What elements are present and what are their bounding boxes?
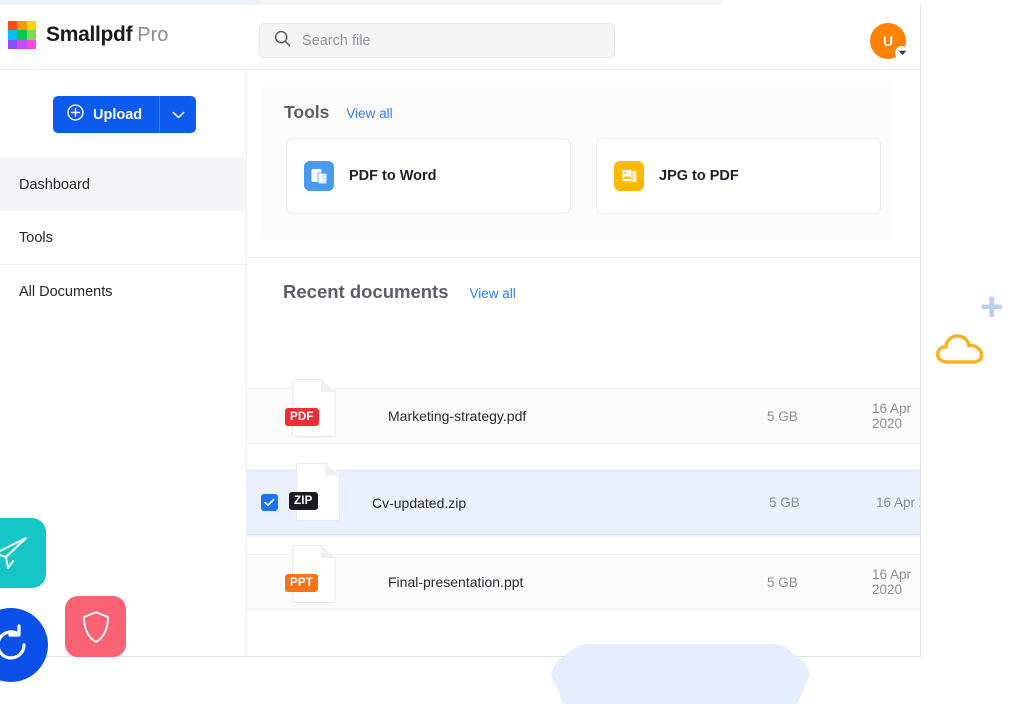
sidebar-nav: Dashboard Tools All Documents bbox=[0, 158, 247, 318]
upload-button-group: Upload bbox=[53, 96, 197, 133]
tools-section-header: Tools View all bbox=[262, 83, 893, 123]
file-size: 5 GB bbox=[767, 408, 798, 424]
tools-view-all-link[interactable]: View all bbox=[346, 106, 392, 121]
brand-name: Smallpdf bbox=[46, 23, 133, 46]
sidebar: Upload Dashboard Tools All Documents bbox=[0, 70, 247, 656]
file-name: Cv-updated.zip bbox=[372, 494, 467, 511]
chevron-down-icon[interactable] bbox=[895, 46, 909, 60]
jpg-to-pdf-icon bbox=[614, 161, 644, 191]
logo-cell-1 bbox=[8, 21, 18, 31]
sidebar-item-label: Dashboard bbox=[19, 176, 90, 193]
search-icon bbox=[274, 30, 291, 52]
sidebar-item-label: Tools bbox=[19, 229, 53, 246]
file-size: 5 GB bbox=[769, 495, 800, 510]
file-date: 16 Apr 2020 bbox=[872, 401, 912, 431]
logo-cell-3 bbox=[26, 21, 36, 31]
recent-view-all-link[interactable]: View all bbox=[470, 286, 516, 301]
file-date: 16 Apr 2020 bbox=[876, 495, 920, 510]
account-menu[interactable]: U bbox=[870, 23, 909, 60]
file-size: 5 GB bbox=[767, 574, 798, 590]
logo-cell-2 bbox=[17, 21, 27, 31]
sidebar-item-all-documents[interactable]: All Documents bbox=[0, 265, 247, 318]
tool-card-list: PDF to Word JPG to PDF bbox=[262, 123, 893, 214]
tool-card-pdf-to-word[interactable]: PDF to Word bbox=[286, 138, 571, 214]
file-name: Final-presentation.ppt bbox=[388, 574, 524, 590]
main-content: Tools View all PDF to Word JPG to PDF Re… bbox=[247, 70, 920, 656]
pdf-file-icon: PDF bbox=[285, 379, 336, 437]
app-window: SmallpdfPro U bbox=[0, 5, 921, 657]
logo-cell-7 bbox=[8, 39, 18, 49]
recent-documents-title: Recent documents bbox=[283, 281, 449, 302]
cloud-decoration-icon bbox=[934, 329, 986, 372]
logo-cell-6 bbox=[26, 30, 36, 40]
file-type-badge: ZIP bbox=[289, 492, 318, 510]
tool-card-label: JPG to PDF bbox=[659, 168, 739, 184]
search-bar[interactable] bbox=[259, 23, 615, 58]
table-row[interactable]: PDF Marketing-strategy.pdf 5 GB 16 Apr 2… bbox=[247, 379, 920, 444]
upload-dropdown-button[interactable] bbox=[159, 96, 197, 133]
row-checkbox[interactable] bbox=[261, 494, 278, 511]
brand-plan: Pro bbox=[137, 24, 169, 46]
ppt-file-icon: PPT bbox=[285, 545, 336, 603]
smallpdf-logo-icon bbox=[8, 21, 36, 49]
sidebar-item-label: All Documents bbox=[19, 283, 113, 300]
upload-button-label: Upload bbox=[93, 106, 143, 123]
app-header: SmallpdfPro U bbox=[0, 5, 920, 70]
file-type-badge: PDF bbox=[285, 408, 319, 426]
table-row[interactable]: PPT Final-presentation.ppt 5 GB 16 Apr 2… bbox=[247, 545, 920, 610]
search-input[interactable] bbox=[302, 32, 582, 49]
recent-documents-list: PDF Marketing-strategy.pdf 5 GB 16 Apr 2… bbox=[247, 379, 920, 637]
pdf-to-word-icon bbox=[304, 161, 334, 191]
brand-logo[interactable]: Smallpdf Pro bbox=[8, 21, 168, 49]
tool-card-label: PDF to Word bbox=[349, 168, 437, 184]
tools-section: Tools View all PDF to Word JPG to PDF bbox=[262, 83, 893, 240]
plus-circle-icon bbox=[67, 104, 84, 125]
file-name: Marketing-strategy.pdf bbox=[388, 408, 527, 424]
tool-card-jpg-to-pdf[interactable]: JPG to PDF bbox=[596, 138, 881, 214]
sidebar-item-tools[interactable]: Tools bbox=[0, 211, 247, 264]
logo-cell-4 bbox=[8, 30, 18, 40]
plus-decoration-icon: + bbox=[980, 285, 1004, 329]
file-date: 16 Apr 2020 bbox=[872, 567, 912, 597]
logo-cell-8 bbox=[17, 39, 27, 49]
recent-documents-header: Recent documents View all bbox=[247, 257, 920, 303]
brand-text: Smallpdf Pro bbox=[46, 23, 168, 47]
tools-title: Tools bbox=[284, 102, 330, 122]
logo-cell-5 bbox=[17, 30, 27, 40]
file-type-badge: PPT bbox=[285, 574, 318, 592]
upload-button[interactable]: Upload bbox=[53, 96, 160, 133]
zip-file-icon: ZIP bbox=[289, 463, 340, 521]
logo-cell-9 bbox=[26, 39, 36, 49]
sidebar-item-dashboard[interactable]: Dashboard bbox=[0, 158, 247, 211]
table-row-selected[interactable]: ZIP Cv-updated.zip 5 GB 16 Apr 2020 bbox=[247, 463, 920, 535]
chevron-down-icon bbox=[172, 107, 185, 122]
